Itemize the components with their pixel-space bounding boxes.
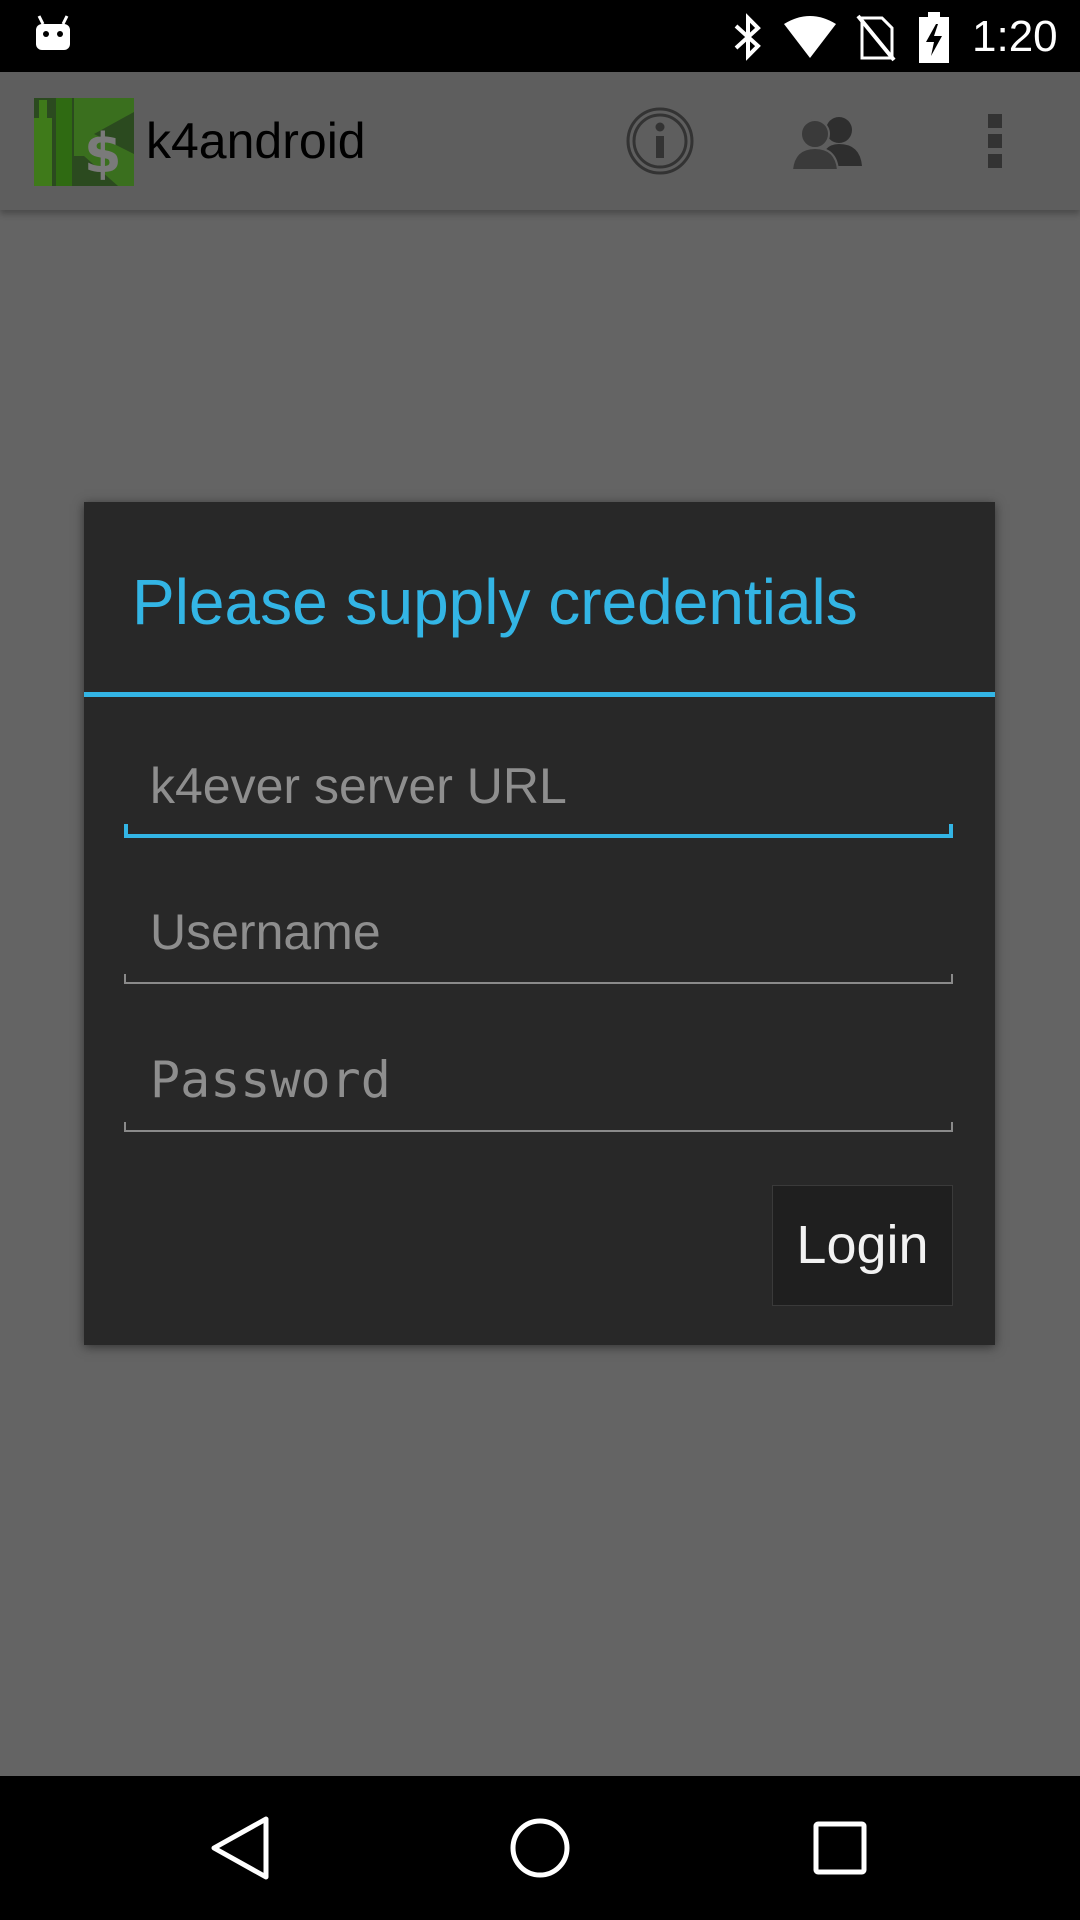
wifi-icon [784,16,836,58]
battery-charging-icon [919,12,949,63]
no-sim-icon [856,14,896,62]
login-button[interactable]: Login [772,1185,953,1306]
back-icon[interactable] [206,1813,276,1883]
app-title: k4android [146,113,366,169]
username-field [124,884,953,984]
server-url-underline [124,834,953,838]
password-field [124,1032,953,1132]
action-bar: $ k4android [0,72,1080,210]
username-underline [124,982,953,984]
recents-icon[interactable] [805,1813,875,1883]
bluetooth-icon [734,13,761,61]
home-icon[interactable] [505,1813,575,1883]
overflow-menu-icon[interactable] [980,106,1010,176]
password-underline [124,1130,953,1132]
status-bar: 1:20 [0,0,1080,72]
android-notification-icon [36,15,70,50]
server-url-field [124,738,953,838]
users-icon[interactable] [790,106,864,176]
navigation-bar [0,1776,1080,1920]
svg-text:$: $ [84,122,122,185]
info-icon[interactable] [625,106,695,176]
app-logo-icon: $ [34,98,134,186]
dialog-title-divider [84,692,995,697]
password-input[interactable] [124,1032,953,1128]
status-time: 1:20 [972,12,1058,61]
credentials-dialog: Please supply credentials Login [84,502,995,1345]
server-url-input[interactable] [124,738,953,834]
dialog-title: Please supply credentials [132,566,858,638]
username-input[interactable] [124,884,953,980]
